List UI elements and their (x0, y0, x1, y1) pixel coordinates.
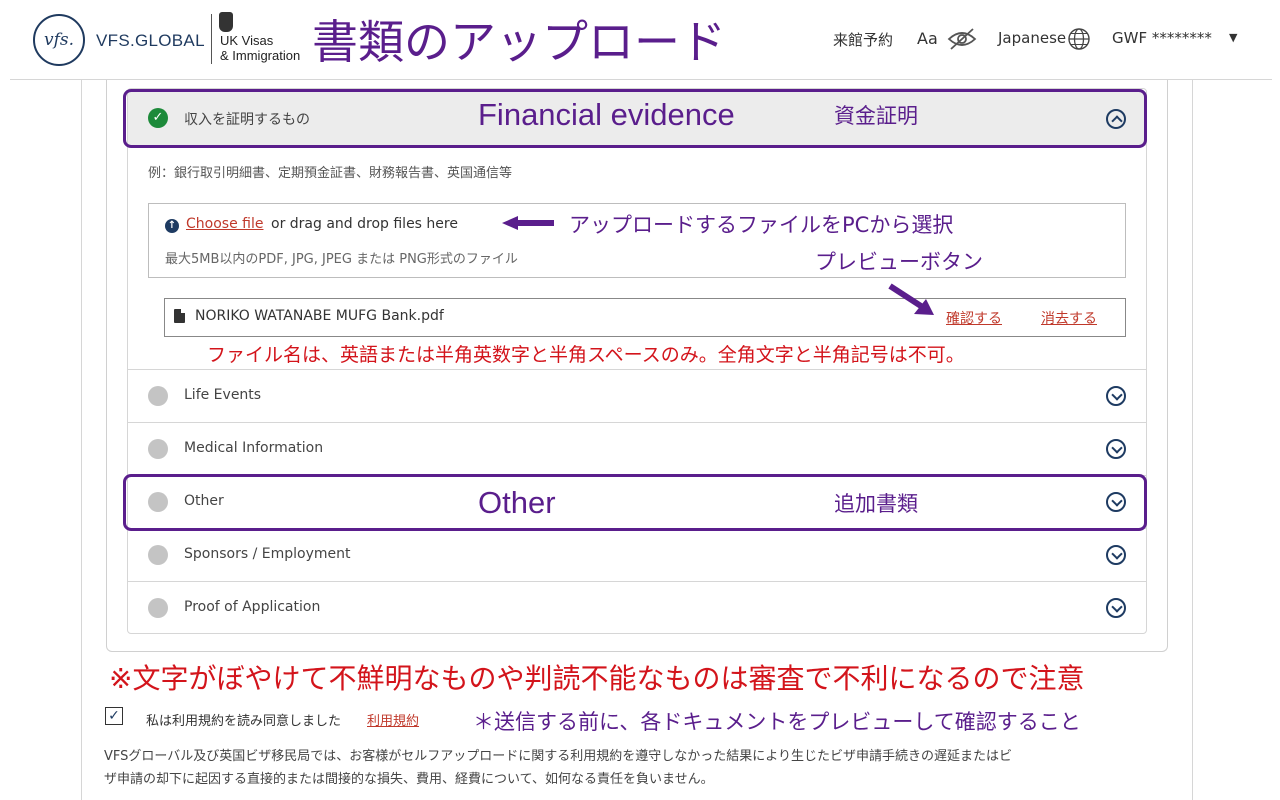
chevron-down-icon[interactable]: ▼ (1229, 31, 1237, 44)
financial-example-text: 例：銀行取引明細書、定期預金証書、財務報告書、英国通信等 (148, 166, 513, 181)
chevron-down-icon[interactable] (1106, 545, 1126, 565)
accordion-label-medical[interactable]: Medical Information (184, 440, 323, 456)
text-size-button[interactable]: Aa (917, 29, 938, 48)
other-annotation-ja: 追加書類 (834, 492, 918, 516)
eye-off-icon[interactable] (946, 28, 978, 50)
agree-terms-text: 私は利用規約を読み同意しました (146, 714, 342, 729)
status-pending-icon (148, 439, 168, 459)
appointment-link[interactable]: 来館予約 (833, 29, 893, 50)
terms-checkbox[interactable]: ✓ (105, 707, 123, 725)
language-selector[interactable]: Japanese (998, 29, 1066, 47)
vfs-logo-text[interactable]: VFS.GLOBAL (96, 31, 205, 51)
arrow-down-right-icon (888, 283, 934, 315)
blurry-warning-annotation: ※文字がぼやけて不鮮明なものや判読不能なものは審査で不利になるので注意 (109, 662, 1085, 695)
preview-button-annotation: プレビューボタン (815, 250, 983, 274)
file-limit-text: 最大5MB以内のPDF, JPG, JPEG または PNG形式のファイル (165, 252, 518, 267)
vfs-logo-mark: vfs. (43, 30, 75, 50)
accordion-label-sponsors[interactable]: Sponsors / Employment (184, 546, 350, 562)
uploaded-file-name: NORIKO WATANABE MUFG Bank.pdf (195, 308, 444, 324)
status-pending-icon (148, 598, 168, 618)
chevron-down-icon[interactable] (1106, 598, 1126, 618)
filename-rule-annotation: ファイル名は、英語または半角英数字と半角スペースのみ。全角文字と半角記号は不可。 (207, 344, 965, 366)
logo-divider (211, 14, 212, 64)
site-header: vfs. VFS.GLOBAL UK Visas & Immigration 書… (0, 0, 1280, 80)
page-border-right (1192, 80, 1193, 800)
status-pending-icon (148, 545, 168, 565)
disclaimer-text: VFSグローバル及び英国ビザ移民局では、お客様がセルフアップロードに関する利用規… (104, 745, 1174, 791)
page-border-left (81, 80, 82, 800)
page-title-annotation: 書類のアップロード (312, 15, 726, 69)
financial-annotation-ja: 資金証明 (834, 104, 918, 128)
accordion-label-proof[interactable]: Proof of Application (184, 599, 320, 615)
drag-drop-text: or drag and drop files here (271, 216, 458, 232)
ukvi-line-1: UK Visas (220, 33, 274, 48)
disclaimer-line-2: ザ申請の却下に起因する直接的または間接的な損失、費用、経費について、如何なる責任… (104, 772, 714, 787)
chevron-down-icon[interactable] (1106, 386, 1126, 406)
upload-icon: ↑ (165, 219, 179, 233)
row-divider (128, 369, 1146, 370)
royal-crest-icon (219, 12, 233, 32)
row-divider (128, 422, 1146, 423)
status-pending-icon (148, 386, 168, 406)
document-icon (174, 309, 185, 323)
financial-annotation-en: Financial evidence (478, 97, 735, 132)
ukvi-line-2: & Immigration (220, 48, 301, 63)
delete-file-link[interactable]: 消去する (1041, 308, 1097, 328)
accordion-label-life-events[interactable]: Life Events (184, 387, 261, 403)
user-menu[interactable]: GWF ******** (1112, 29, 1212, 47)
other-highlight-box (123, 474, 1147, 531)
ukvi-logo: UK Visas & Immigration (220, 33, 300, 63)
preview-file-link[interactable]: 確認する (946, 308, 1002, 328)
row-divider (128, 581, 1146, 582)
chevron-down-icon[interactable] (1106, 439, 1126, 459)
globe-icon[interactable] (1067, 27, 1091, 51)
arrow-left-icon (502, 216, 554, 230)
disclaimer-line-1: VFSグローバル及び英国ビザ移民局では、お客様がセルフアップロードに関する利用規… (104, 749, 1013, 764)
choose-file-button[interactable]: Choose file (186, 216, 263, 232)
other-annotation-en: Other (478, 485, 556, 520)
vfs-logo-icon[interactable]: vfs. (33, 14, 85, 66)
choose-file-annotation: アップロードするファイルをPCから選択 (569, 213, 954, 237)
terms-link[interactable]: 利用規約 (367, 710, 419, 729)
preview-reminder-annotation: ＊送信する前に、各ドキュメントをプレビューして確認すること (473, 710, 1081, 734)
